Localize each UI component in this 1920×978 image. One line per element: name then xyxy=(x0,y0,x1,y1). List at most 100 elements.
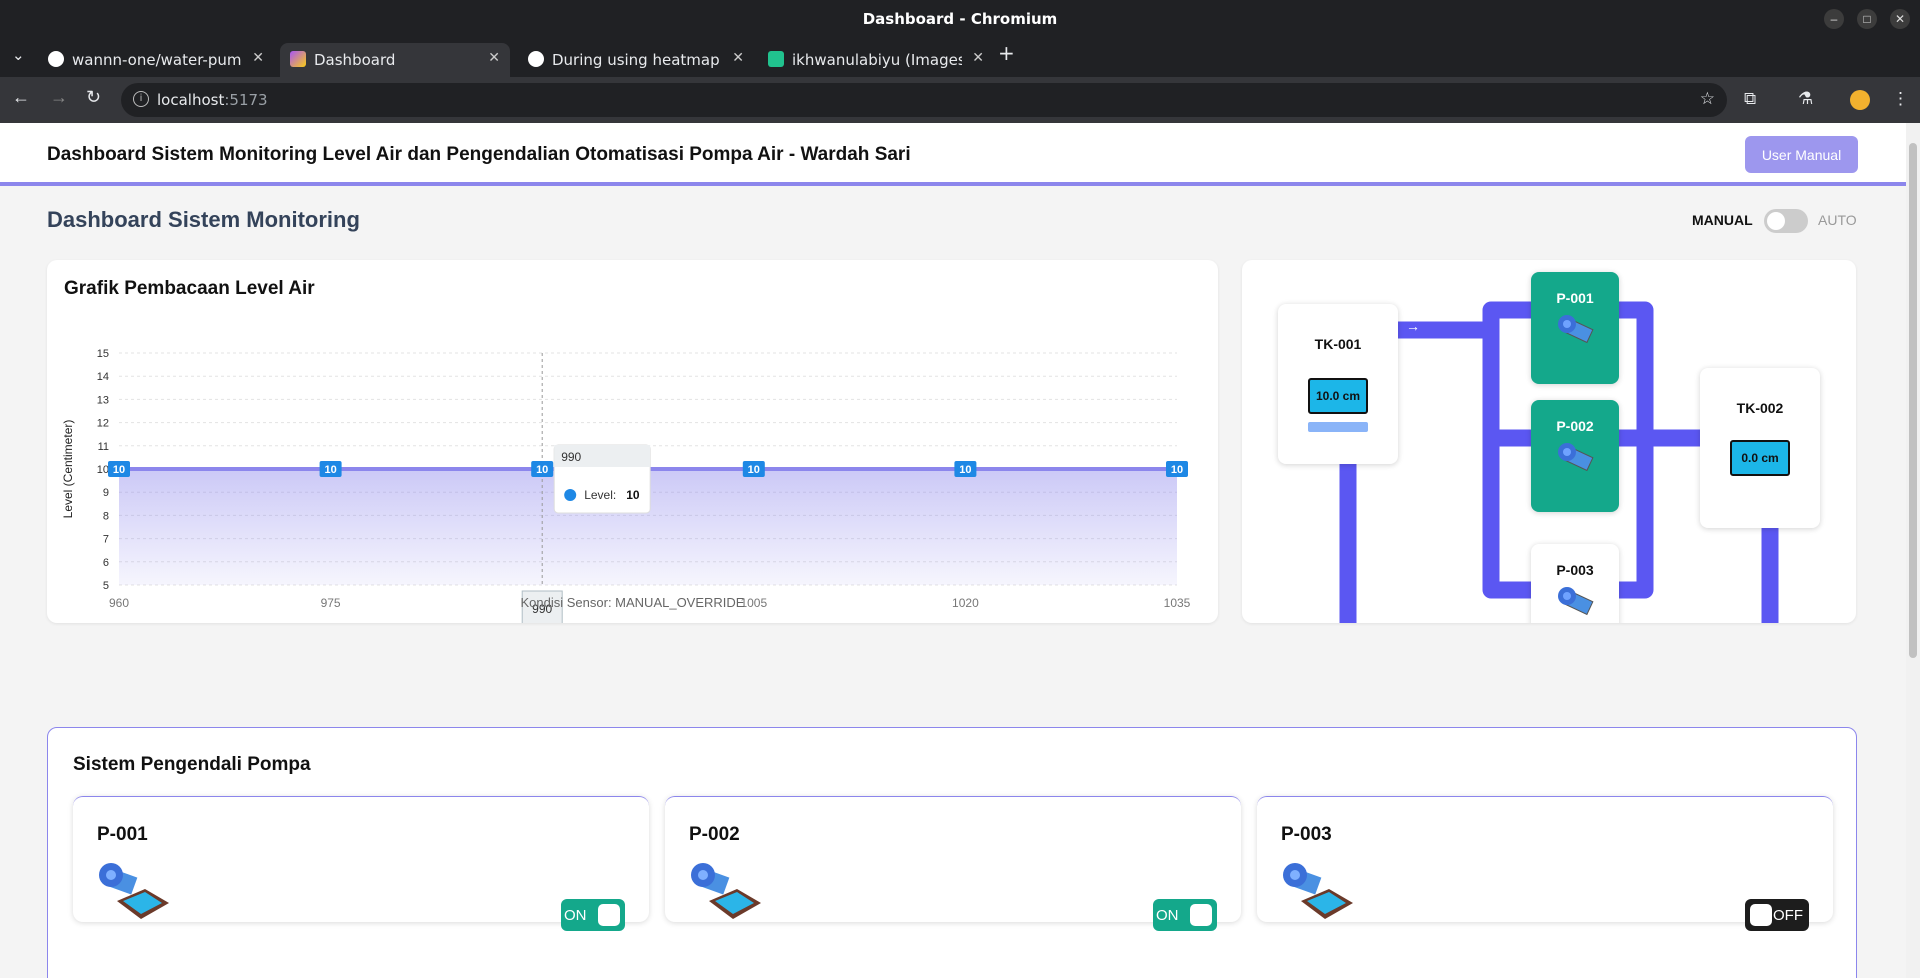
mode-toggle-switch[interactable] xyxy=(1764,209,1808,233)
page-content: Dashboard Sistem Monitoring Level Air da… xyxy=(0,123,1906,978)
toggle-knob xyxy=(598,904,620,926)
menu-kebab-icon[interactable]: ⋮ xyxy=(1892,89,1909,109)
tab-list-chevron-icon[interactable]: ⌄ xyxy=(12,46,25,80)
new-tab-plus-icon[interactable]: + xyxy=(998,41,1015,75)
toggle-knob xyxy=(1750,904,1772,926)
tooltip-header: 990 xyxy=(561,450,581,464)
data-label: 10 xyxy=(113,464,125,476)
flow-arrow-right-icon: → xyxy=(1406,318,1420,334)
pump-icon xyxy=(1558,315,1594,344)
mode-manual-label: MANUAL xyxy=(1692,212,1753,228)
close-tab-icon[interactable]: ✕ xyxy=(972,50,984,66)
tab-label: Dashboard xyxy=(314,51,396,69)
toggle-state-text: ON xyxy=(1156,907,1179,924)
tab-strip: ⌄ wannn-one/water-pump ✕ Dashboard ✕ Dur… xyxy=(0,37,1920,77)
pump-label: P-002 xyxy=(1556,418,1594,434)
tank-level-gauge: 10.0 cm xyxy=(1308,378,1368,414)
minimize-icon[interactable]: – xyxy=(1824,9,1844,29)
close-tab-icon[interactable]: ✕ xyxy=(488,50,500,66)
mode-toggle-knob xyxy=(1767,212,1785,230)
address-url: localhost:5173 xyxy=(157,91,268,109)
y-tick-label: 12 xyxy=(97,418,109,430)
user-manual-button[interactable]: User Manual xyxy=(1745,136,1858,173)
pump-card-name: P-001 xyxy=(97,824,148,845)
browser-toolbar: ← → ↻ i localhost:5173 ☆ ⧉ ⚗ ⋮ xyxy=(0,77,1920,123)
tooltip-value: 10 xyxy=(626,488,640,502)
y-tick-label: 8 xyxy=(103,510,109,522)
pump-p-002-toggle[interactable]: ON xyxy=(1153,899,1217,931)
pump-card-p-002: P-002 ON xyxy=(665,796,1241,931)
tab-dashboard[interactable]: Dashboard ✕ xyxy=(280,43,510,77)
extensions-icon[interactable]: ⧉ xyxy=(1744,89,1756,109)
y-tick-label: 6 xyxy=(103,557,109,569)
dashboard-title: Dashboard Sistem Monitoring xyxy=(47,207,360,232)
y-tick-label: 5 xyxy=(103,580,109,592)
tank-label: TK-002 xyxy=(1736,400,1784,416)
github-icon xyxy=(48,51,64,67)
pump-icon xyxy=(1558,587,1594,616)
y-tick-label: 9 xyxy=(103,487,109,499)
y-tick-label: 7 xyxy=(103,534,109,546)
pump-card-name: P-002 xyxy=(689,824,740,845)
y-tick-label: 13 xyxy=(97,394,109,406)
site-icon xyxy=(768,51,784,67)
pump-control-card: Sistem Pengendali Pompa P-001 ON P-002 O… xyxy=(47,727,1857,978)
tab-github-issue[interactable]: During using heatmap I'v ✕ xyxy=(518,43,754,77)
reload-icon[interactable]: ↻ xyxy=(86,87,101,108)
vite-icon xyxy=(290,51,306,67)
sensor-status: Kondisi Sensor: MANUAL_OVERRIDE xyxy=(520,595,745,610)
tank-label: TK-001 xyxy=(1314,336,1362,352)
pump-p-003-toggle[interactable]: OFF xyxy=(1745,899,1809,931)
toggle-knob xyxy=(1190,904,1212,926)
pump-card-name: P-003 xyxy=(1281,824,1332,845)
github-icon xyxy=(528,51,544,67)
close-tab-icon[interactable]: ✕ xyxy=(252,50,264,66)
pump-p-001-toggle[interactable]: ON xyxy=(561,899,625,931)
pump-control-title: Sistem Pengendali Pompa xyxy=(73,754,311,775)
y-tick-label: 11 xyxy=(98,441,109,453)
tab-huggingface[interactable]: ikhwanulabiyu (Images, F ✕ xyxy=(758,43,994,77)
data-label: 10 xyxy=(748,464,760,476)
pump-label: P-003 xyxy=(1556,562,1594,578)
process-diagram-card: → ↑ TK-001 10.0 cm TK-002 0.0 cm P-001 P… xyxy=(1242,260,1856,623)
y-axis-label: Level (Centimeter) xyxy=(61,420,75,519)
tab-label: During using heatmap I'v xyxy=(552,51,722,69)
close-tab-icon[interactable]: ✕ xyxy=(732,50,744,66)
page-scrollbar[interactable] xyxy=(1906,123,1920,978)
tab-label: ikhwanulabiyu (Images, F xyxy=(792,51,962,69)
tank-tk-001[interactable]: TK-001 10.0 cm xyxy=(1278,304,1398,464)
site-info-icon[interactable]: i xyxy=(133,91,149,107)
data-label: 10 xyxy=(324,464,336,476)
close-window-icon[interactable]: ✕ xyxy=(1890,9,1910,29)
mode-auto-label: AUTO xyxy=(1818,212,1857,228)
level-chart: 5678910111213141596010975109901010051010… xyxy=(61,348,1191,623)
tank-tk-002[interactable]: TK-002 0.0 cm xyxy=(1700,368,1820,528)
diagram-pump-p-003[interactable]: P-003 xyxy=(1531,544,1619,623)
maximize-icon[interactable]: □ xyxy=(1857,9,1877,29)
bookmark-star-icon[interactable]: ☆ xyxy=(1700,89,1715,109)
flow-arrow-up-icon: ↑ xyxy=(1334,496,1341,512)
page-title: Dashboard Sistem Monitoring Level Air da… xyxy=(47,144,911,165)
scrollbar-thumb[interactable] xyxy=(1909,143,1917,658)
pump-icon xyxy=(691,863,761,919)
pump-label: P-001 xyxy=(1556,290,1594,306)
tab-github-repo[interactable]: wannn-one/water-pump ✕ xyxy=(38,43,274,77)
tank-level-gauge: 0.0 cm xyxy=(1730,440,1790,476)
y-tick-label: 15 xyxy=(97,348,109,360)
pump-icon xyxy=(99,863,169,919)
back-icon[interactable]: ← xyxy=(12,87,30,108)
diagram-pump-p-001[interactable]: P-001 xyxy=(1531,272,1619,384)
pump-icon xyxy=(1558,443,1594,472)
address-bar[interactable]: i localhost:5173 ☆ xyxy=(121,83,1727,117)
pump-card-p-001: P-001 ON xyxy=(73,796,649,931)
data-label: 10 xyxy=(1171,464,1183,476)
labs-flask-icon[interactable]: ⚗ xyxy=(1798,89,1813,109)
pump-icon xyxy=(1283,863,1353,919)
y-tick-label: 10 xyxy=(97,464,109,476)
diagram-pump-p-002[interactable]: P-002 xyxy=(1531,400,1619,512)
tooltip-label: Level: xyxy=(584,488,616,502)
forward-icon[interactable]: → xyxy=(50,87,68,108)
profile-avatar-icon[interactable] xyxy=(1850,90,1870,110)
window-title: Dashboard - Chromium xyxy=(862,10,1058,28)
y-tick-label: 14 xyxy=(97,371,109,383)
